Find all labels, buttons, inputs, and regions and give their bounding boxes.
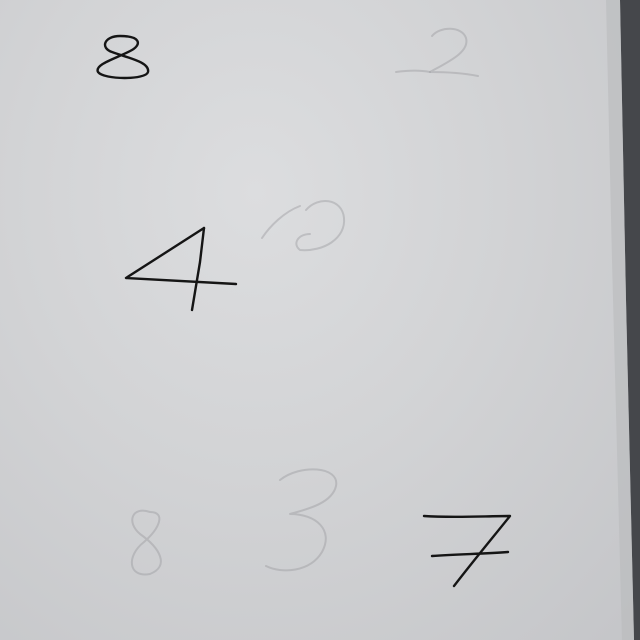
handwritten-digits-photo: 8 4 7 2 2 8 3	[0, 0, 640, 640]
ghost-digit-2-top-right	[395, 27, 479, 77]
ghost-digit-2-middle	[261, 200, 346, 252]
ghost-digit-3-bottom	[265, 468, 338, 572]
digit-7	[422, 514, 512, 588]
digit-4	[124, 226, 238, 312]
digits-canvas	[96, 27, 512, 588]
ghost-digit-8-bottom	[130, 509, 162, 576]
digit-8-top	[96, 34, 150, 80]
